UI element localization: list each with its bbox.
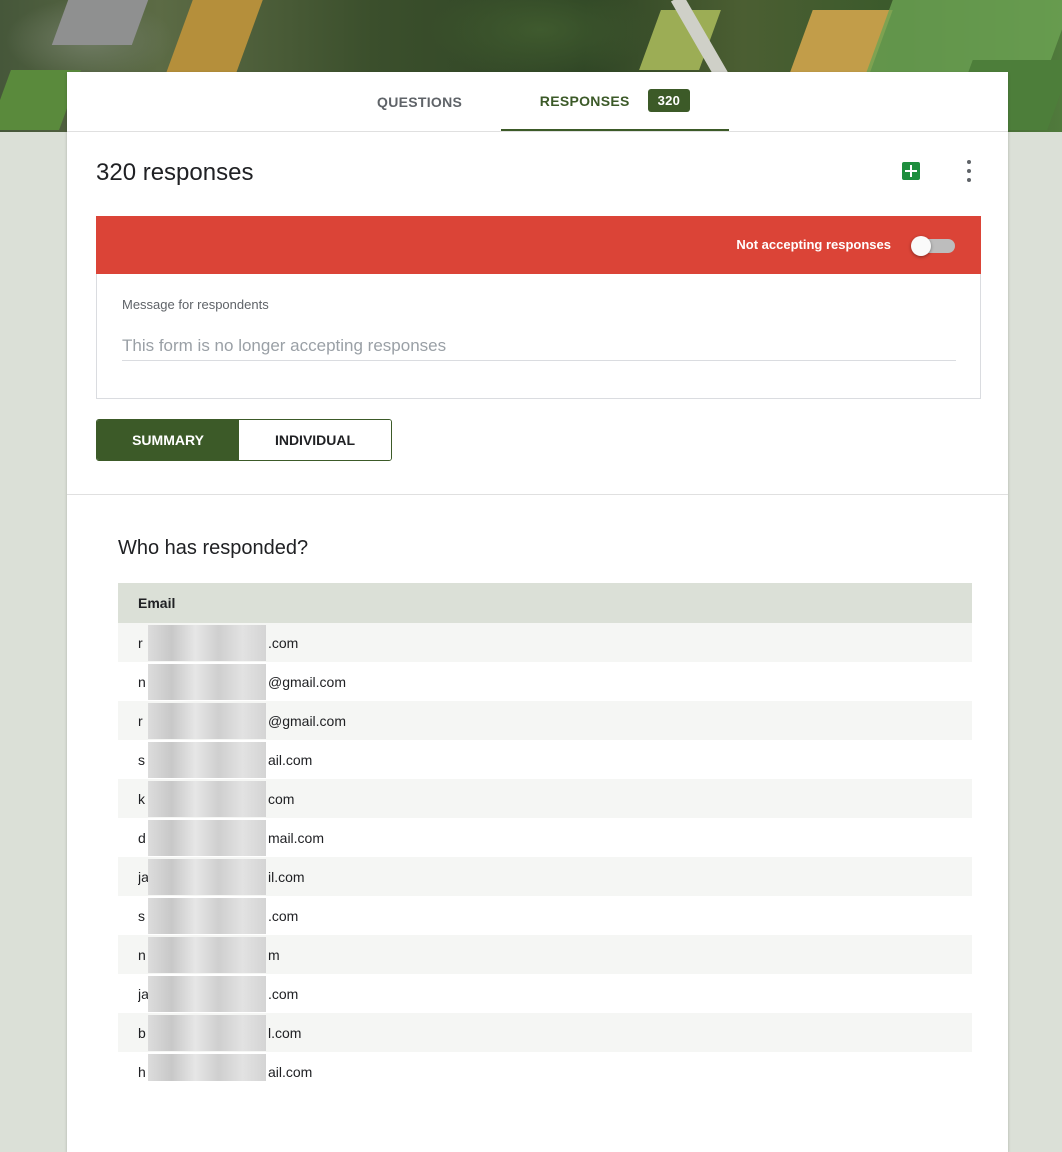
view-toggle: SUMMARY INDIVIDUAL	[96, 419, 392, 461]
redacted-block	[148, 702, 266, 739]
redacted-block	[148, 819, 266, 856]
email-suffix: .com	[268, 634, 299, 651]
tab-bar: QUESTIONS RESPONSES 320	[67, 72, 1008, 132]
email-suffix: com	[268, 790, 295, 807]
email-suffix: .com	[268, 907, 299, 924]
email-prefix: s	[138, 907, 145, 924]
divider	[67, 494, 1008, 495]
table-row: s ail.com	[118, 740, 972, 779]
accepting-status-label: Not accepting responses	[736, 237, 891, 252]
email-prefix: k	[138, 790, 145, 807]
respondents-table: Email r .com n @gmail.com r @gmail.com s ail.co…	[118, 583, 972, 1081]
email-prefix: n	[138, 673, 146, 690]
email-prefix: r	[138, 712, 143, 729]
table-row: b l.com	[118, 1013, 972, 1052]
email-suffix: l.com	[268, 1024, 302, 1041]
section-title: Who has responded?	[118, 537, 309, 559]
more-vert-icon[interactable]	[963, 160, 975, 182]
table-row: k com	[118, 779, 972, 818]
table-header: Email	[118, 583, 972, 623]
redacted-block	[148, 624, 266, 661]
redacted-block	[148, 897, 266, 934]
table-row: s .com	[118, 896, 972, 935]
redacted-block	[148, 1014, 266, 1051]
email-prefix: ja	[138, 868, 148, 885]
redacted-block	[148, 936, 266, 973]
table-row: ja .com	[118, 974, 972, 1013]
page-title: 320 responses	[96, 159, 254, 186]
message-label: Message for respondents	[122, 297, 269, 312]
redacted-block	[148, 975, 266, 1012]
email-suffix: .com	[268, 985, 299, 1002]
table-row: n @gmail.com	[118, 662, 972, 701]
accepting-responses-banner: Not accepting responses	[96, 216, 981, 274]
email-suffix: mail.com	[268, 829, 325, 846]
table-row: nm	[118, 935, 972, 974]
email-prefix: s	[138, 751, 145, 768]
email-prefix: b	[138, 1024, 146, 1041]
email-prefix: d	[138, 829, 146, 846]
email-suffix: ail.com	[268, 751, 313, 768]
table-row: h ail.com	[118, 1052, 972, 1081]
email-suffix: ail.com	[268, 1063, 313, 1080]
redacted-block	[148, 741, 266, 778]
accepting-responses-toggle[interactable]	[911, 236, 957, 256]
responses-card: QUESTIONS RESPONSES 320 320 responses No…	[67, 72, 1008, 1152]
email-prefix: h	[138, 1063, 146, 1080]
sheets-icon[interactable]	[902, 162, 920, 180]
table-row: r @gmail.com	[118, 701, 972, 740]
table-row: ja il.com	[118, 857, 972, 896]
email-suffix: @gmail.com	[268, 673, 347, 690]
responses-count-badge: 320	[647, 89, 691, 112]
message-input[interactable]	[122, 332, 956, 361]
email-prefix: n	[138, 946, 146, 963]
table-row: r .com	[118, 623, 972, 662]
redacted-block	[148, 780, 266, 817]
email-prefix: ja	[138, 985, 148, 1002]
tab-responses[interactable]: RESPONSES 320	[501, 72, 729, 131]
summary-button[interactable]: SUMMARY	[97, 420, 239, 460]
tab-questions[interactable]: QUESTIONS	[377, 72, 462, 131]
email-suffix: @gmail.com	[268, 712, 347, 729]
redacted-block	[148, 858, 266, 895]
email-suffix: il.com	[268, 868, 305, 885]
tab-questions-label: QUESTIONS	[377, 93, 463, 110]
message-section: Message for respondents	[96, 274, 981, 399]
redacted-block	[148, 663, 266, 700]
individual-button[interactable]: INDIVIDUAL	[239, 420, 391, 460]
redacted-block	[148, 1053, 266, 1081]
email-suffix: m	[268, 946, 280, 963]
tab-responses-label: RESPONSES	[539, 92, 630, 109]
email-prefix: r	[138, 634, 143, 651]
table-row: d mail.com	[118, 818, 972, 857]
